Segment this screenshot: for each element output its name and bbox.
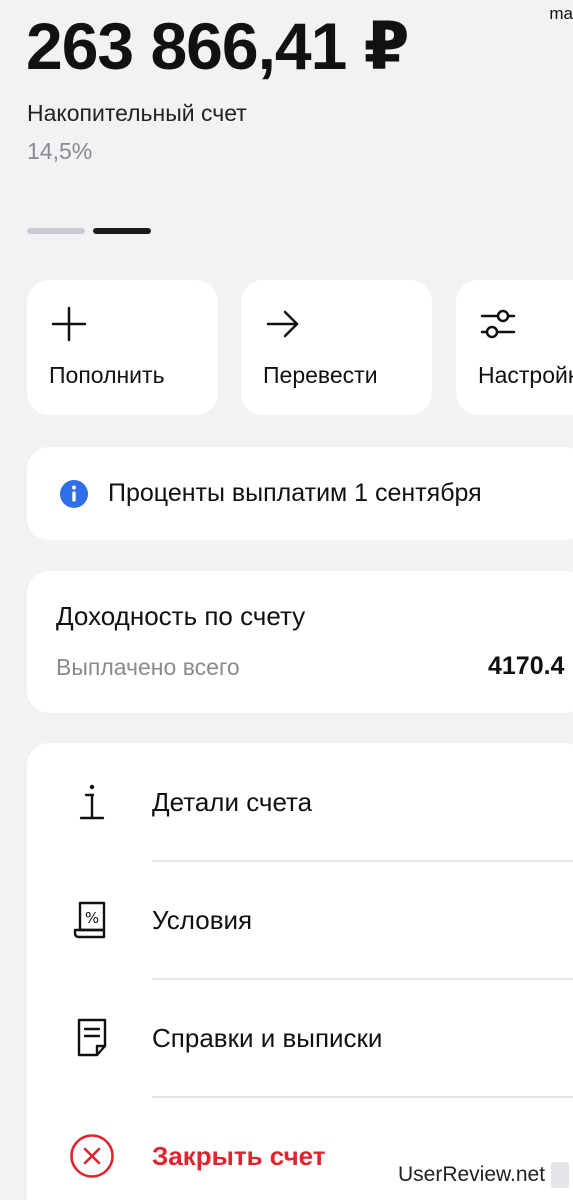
account-rate: 14,5% <box>27 138 93 164</box>
menu-item-statements[interactable]: Справки и выписки <box>27 979 573 1096</box>
top-up-label: Пополнить <box>49 362 165 388</box>
menu-label-conditions: Условия <box>152 905 253 935</box>
corner-text: ma <box>549 4 573 23</box>
document-icon <box>77 1018 107 1057</box>
quick-actions: Пополнить Перевести Настройки <box>27 280 573 415</box>
account-yield-card[interactable]: Доходность по счету Выплачено всего 4170… <box>27 571 573 713</box>
info-i-icon <box>79 784 105 820</box>
arrow-right-icon <box>266 310 299 338</box>
account-name: Накопительный счет <box>27 100 247 126</box>
account-screen: ma 263 866,41 ₽ Накопительный счет 14,5%… <box>0 0 573 1200</box>
yield-value: 4170.4 <box>488 652 565 680</box>
page-indicator <box>27 228 151 234</box>
info-icon <box>60 480 88 508</box>
page-dot-1[interactable] <box>27 228 85 234</box>
yield-title: Доходность по счету <box>56 601 306 631</box>
top-up-button[interactable]: Пополнить <box>27 280 218 415</box>
menu-label-close-account: Закрыть счет <box>152 1141 326 1171</box>
menu-label-statements: Справки и выписки <box>152 1023 383 1053</box>
close-circle-icon <box>70 1134 114 1178</box>
watermark-text: UserReview.net <box>398 1163 546 1186</box>
sliders-icon <box>480 309 516 339</box>
plus-icon <box>51 306 87 342</box>
yield-label: Выплачено всего <box>56 654 240 680</box>
account-menu: Детали счета % Условия Справки и выписки <box>27 743 573 1200</box>
watermark-badge <box>551 1162 570 1188</box>
interest-info-text: Проценты выплатим 1 сентября <box>108 479 482 507</box>
menu-item-conditions[interactable]: % Условия <box>27 861 573 978</box>
menu-label-account-details: Детали счета <box>152 787 313 817</box>
menu-item-account-details[interactable]: Детали счета <box>27 743 573 860</box>
settings-label: Настройки <box>478 362 573 388</box>
page-dot-2[interactable] <box>93 228 151 234</box>
percent-document-icon: % <box>73 901 106 939</box>
settings-button[interactable]: Настройки <box>456 280 573 415</box>
transfer-label: Перевести <box>263 362 378 388</box>
svg-text:%: % <box>85 909 99 927</box>
interest-info-banner[interactable]: Проценты выплатим 1 сентября <box>27 447 573 540</box>
account-balance: 263 866,41 ₽ <box>26 9 410 83</box>
transfer-button[interactable]: Перевести <box>241 280 432 415</box>
watermark: UserReview.net <box>398 1162 570 1188</box>
